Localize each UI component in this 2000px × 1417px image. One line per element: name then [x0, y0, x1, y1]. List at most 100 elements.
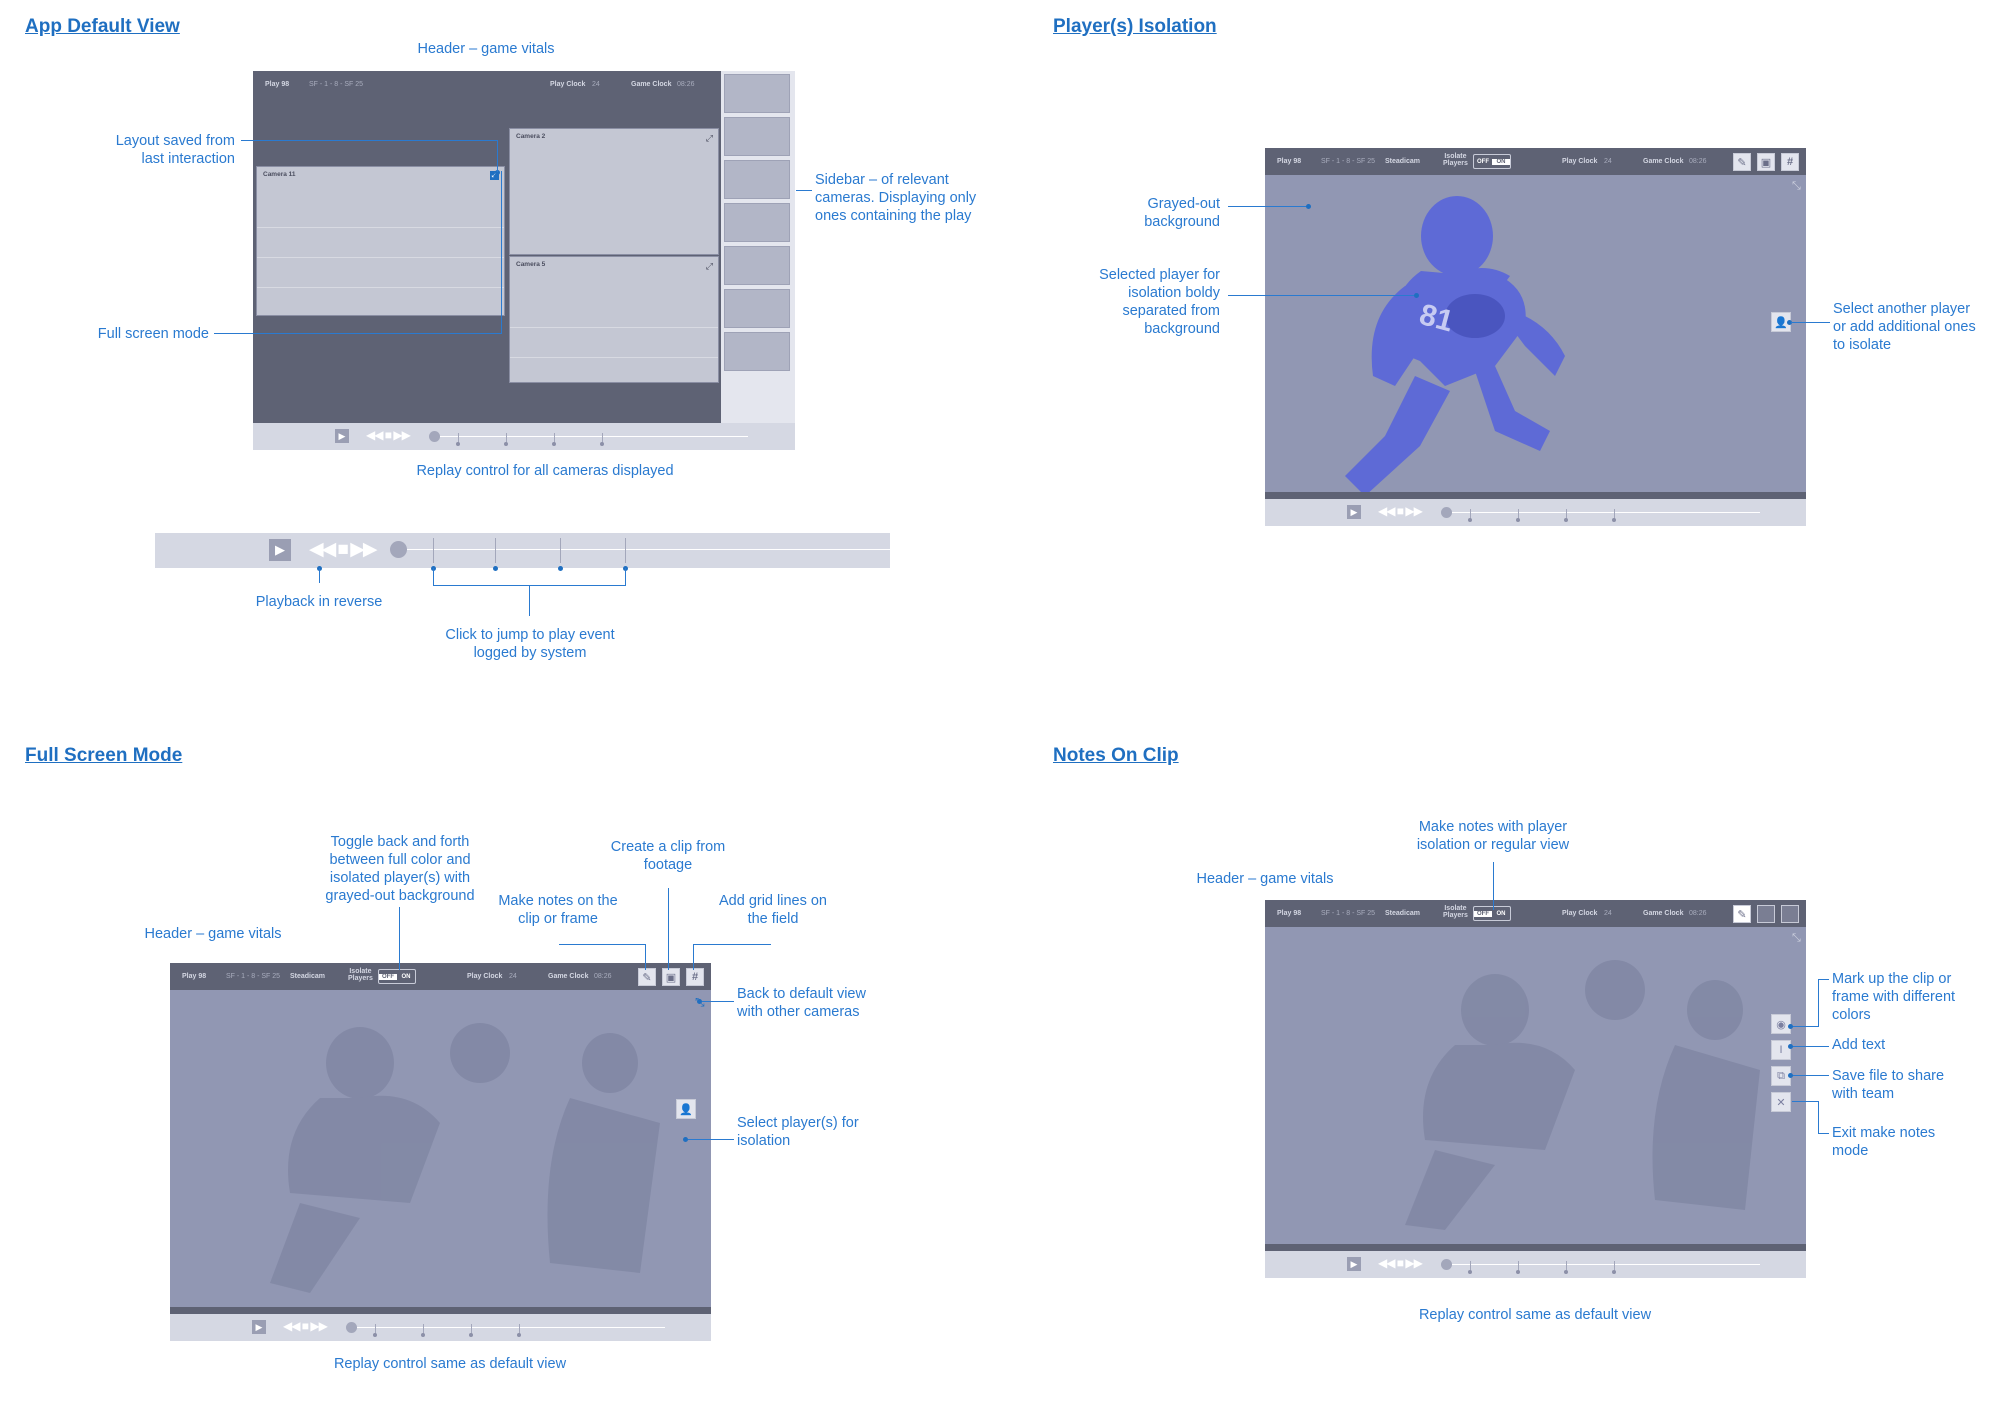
game-clock-value: 08:26: [594, 973, 612, 980]
camera-thumbnail[interactable]: [724, 289, 790, 328]
section-title-default-view: App Default View: [25, 16, 180, 37]
pencil-icon[interactable]: ✎: [638, 968, 656, 986]
replay-buttons[interactable]: ◀◀ ■ ▶▶: [283, 1319, 328, 1333]
game-clock-label: Game Clock: [631, 81, 672, 88]
camera-view-2[interactable]: Camera 2 ⤢: [509, 128, 719, 255]
annotation-select: Select player(s) for isolation: [737, 1115, 859, 1149]
annotation-clip: Create a clip from footage: [610, 839, 726, 873]
annotation-header: Header – game vitals: [144, 926, 282, 942]
isolate-label: Isolate Players: [1443, 905, 1468, 919]
game-header: Play 98 SF - 1 - 8 - SF 25 Steadicam Iso…: [170, 963, 711, 990]
camera-view-11[interactable]: Camera 11 ⤢: [256, 166, 505, 316]
score: SF - 1 - 8 - SF 25: [1321, 910, 1376, 917]
game-clock-label: Game Clock: [548, 973, 589, 980]
annotation-selected: Selected player for isolation boldy sepa…: [1099, 267, 1220, 337]
annotation-replay: Replay control for all cameras displayed: [416, 463, 674, 479]
annotation-jump: Click to jump to play event logged by sy…: [445, 627, 615, 661]
play-icon[interactable]: ▶: [335, 429, 349, 443]
replay-control: ▶ ◀◀ ■ ▶▶: [1265, 499, 1806, 526]
game-clock-label: Game Clock: [1643, 158, 1684, 165]
scrubber-handle[interactable]: [1441, 1259, 1452, 1270]
annotation-layout: Layout saved from last interaction: [115, 133, 235, 167]
scrubber-handle[interactable]: [429, 431, 440, 442]
section-title-notes: Notes On Clip: [1053, 745, 1179, 766]
section-title-isolation: Player(s) Isolation: [1053, 16, 1217, 37]
play-icon[interactable]: ▶: [269, 539, 291, 561]
camera-sidebar: [721, 71, 795, 423]
isolate-label: Isolate Players: [348, 968, 373, 982]
annotation-header: Header – game vitals: [417, 41, 555, 57]
isolated-player[interactable]: 81: [1325, 176, 1625, 501]
play-icon[interactable]: ▶: [1347, 1257, 1361, 1271]
replay-control-zoomed: ▶ ◀◀ ■ ▶▶: [155, 533, 972, 568]
camera-name: Steadicam: [1385, 158, 1421, 165]
expand-icon[interactable]: ⤢: [706, 133, 713, 144]
camera-thumbnail[interactable]: [724, 74, 790, 113]
score: SF - 1 - 8 - SF 25: [1321, 158, 1376, 165]
text-icon[interactable]: I: [1771, 1040, 1791, 1060]
camera-name: Steadicam: [1385, 910, 1421, 917]
collapse-icon[interactable]: ⤡: [1792, 180, 1801, 193]
isolate-toggle[interactable]: OFF ON: [1473, 154, 1511, 169]
annotation-back: Back to default view with other cameras: [737, 986, 866, 1020]
play-clock-label: Play Clock: [550, 81, 586, 88]
play-clock-label: Play Clock: [1562, 910, 1598, 917]
annotation-replay: Replay control same as default view: [333, 1356, 567, 1372]
clip-icon[interactable]: ▣: [662, 968, 680, 986]
player-photo-placeholder: [1405, 960, 1760, 1230]
player-select-icon[interactable]: 👤: [676, 1099, 696, 1119]
camera-thumbnail[interactable]: [724, 203, 790, 242]
annotation-make-notes: Make notes with player isolation or regu…: [1416, 819, 1570, 853]
annotation-grid: Add grid lines on the field: [718, 893, 827, 927]
score: SF - 1 - 8 - SF 25: [226, 973, 281, 980]
isolate-toggle[interactable]: OFF ON: [1473, 906, 1511, 921]
play-number: Play 98: [1277, 910, 1302, 917]
notes-screen: Play 98 SF - 1 - 8 - SF 25 Steadicam Iso…: [1265, 900, 1806, 1278]
collapse-icon[interactable]: ⤡: [1792, 932, 1801, 945]
camera-title: Camera 11: [263, 171, 296, 178]
scrubber-handle[interactable]: [1441, 507, 1452, 518]
annotation-notes: Make notes on the clip or frame: [498, 893, 618, 927]
replay-buttons[interactable]: ◀◀ ■ ▶▶: [1378, 1256, 1423, 1270]
close-icon[interactable]: ✕: [1771, 1092, 1791, 1112]
camera-thumbnail[interactable]: [724, 117, 790, 156]
score: SF - 1 - 8 - SF 25: [309, 81, 364, 88]
camera-title: Camera 2: [516, 133, 546, 140]
clip-icon[interactable]: [1757, 905, 1775, 923]
isolation-screen: Play 98 SF - 1 - 8 - SF 25 Steadicam Iso…: [1265, 148, 1806, 526]
expand-icon[interactable]: ⤢: [706, 261, 713, 272]
annotation-toggle: Toggle back and forth between full color…: [325, 834, 475, 904]
annotation-exit: Exit make notes mode: [1832, 1125, 1936, 1159]
pencil-icon[interactable]: ✎: [1733, 153, 1751, 171]
game-header: Play 98 SF - 1 - 8 - SF 25 Steadicam Iso…: [1265, 148, 1806, 175]
grid-icon[interactable]: #: [1781, 153, 1799, 171]
play-clock-value: 24: [592, 81, 600, 88]
default-view-screen: Play 98 SF - 1 - 8 - SF 25 Play Clock 24…: [253, 71, 795, 450]
grid-icon[interactable]: [1781, 905, 1799, 923]
play-number: Play 98: [182, 973, 207, 980]
play-icon[interactable]: ▶: [252, 1320, 266, 1334]
play-number: Play 98: [1277, 158, 1302, 165]
clip-icon[interactable]: ▣: [1757, 153, 1775, 171]
game-clock-value: 08:26: [677, 81, 695, 88]
isolate-label: Isolate Players: [1443, 153, 1468, 167]
pencil-icon[interactable]: ✎: [1733, 905, 1751, 923]
play-number: Play 98: [265, 81, 290, 88]
camera-thumbnail[interactable]: [724, 160, 790, 199]
scrubber-handle[interactable]: [346, 1322, 357, 1333]
replay-control: ▶ ◀◀ ■ ▶▶: [253, 423, 795, 450]
replay-control: ▶ ◀◀ ■ ▶▶: [170, 1314, 711, 1341]
annotation-replay: Replay control same as default view: [1418, 1307, 1652, 1323]
isolate-toggle[interactable]: OFF ON: [378, 969, 416, 984]
scrubber-handle[interactable]: [390, 541, 407, 558]
camera-view-5[interactable]: Camera 5 ⤢: [509, 256, 719, 383]
play-icon[interactable]: ▶: [1347, 505, 1361, 519]
replay-buttons[interactable]: ◀◀ ■ ▶▶: [1378, 504, 1423, 518]
replay-buttons[interactable]: ◀◀ ■ ▶▶: [309, 538, 377, 561]
grid-icon[interactable]: #: [686, 968, 704, 986]
camera-thumbnail[interactable]: [724, 332, 790, 371]
replay-buttons[interactable]: ◀◀ ■ ▶▶: [366, 428, 411, 442]
camera-thumbnail[interactable]: [724, 246, 790, 285]
play-clock-value: 24: [1604, 910, 1612, 917]
game-clock-label: Game Clock: [1643, 910, 1684, 917]
